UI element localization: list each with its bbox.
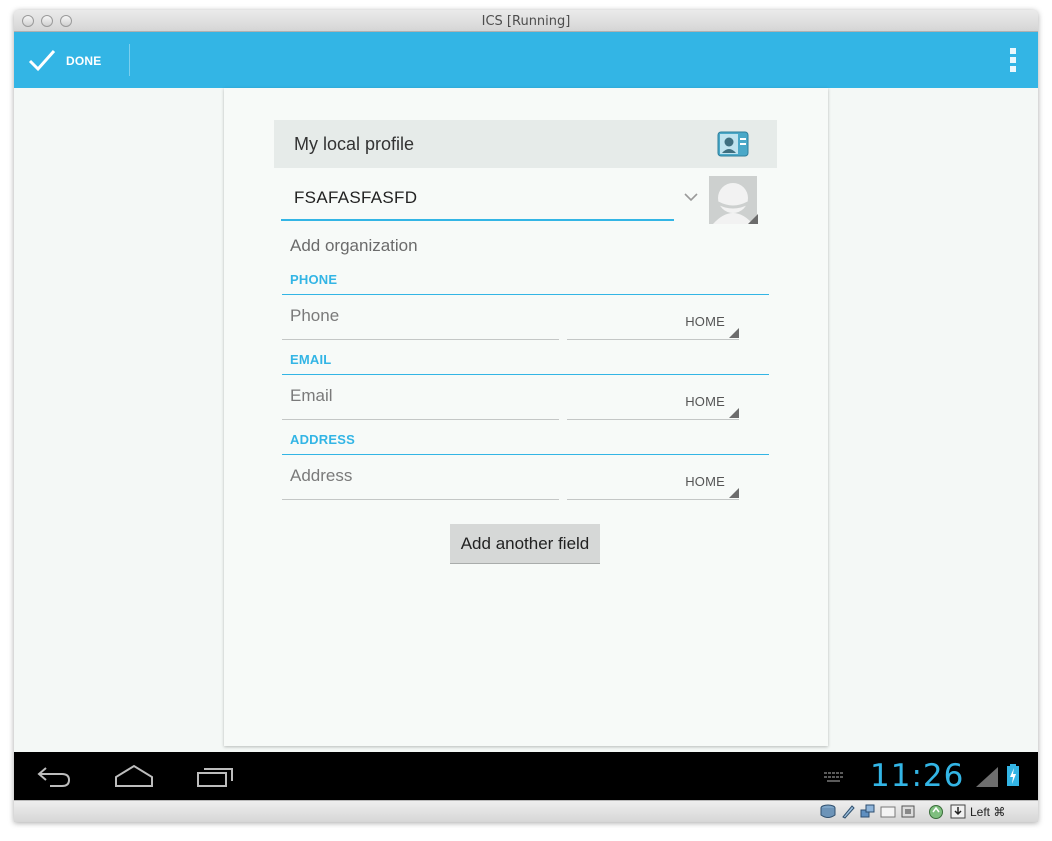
address-placeholder: Address	[290, 466, 353, 485]
section-divider	[282, 374, 769, 375]
email-placeholder: Email	[290, 386, 333, 405]
check-icon	[28, 50, 56, 72]
optical-drive-icon[interactable]	[840, 804, 856, 819]
home-icon[interactable]	[114, 764, 154, 788]
keyboard-icon	[824, 772, 843, 782]
back-icon[interactable]	[36, 764, 72, 788]
section-title-phone: PHONE	[290, 272, 338, 287]
emulator-window: ICS [Running] DONE My local profile FSAF…	[14, 10, 1038, 822]
spinner-corner-icon	[729, 408, 739, 418]
battery-charging-icon	[1007, 764, 1019, 786]
navigation-bar: 11:26	[14, 752, 1038, 800]
shared-folder-icon[interactable]	[880, 804, 896, 819]
screen-content: My local profile FSAFASFASFD Add organiz…	[14, 88, 1038, 752]
recent-apps-icon[interactable]	[196, 764, 234, 788]
chevron-down-icon[interactable]	[684, 192, 698, 202]
add-organization-link[interactable]: Add organization	[290, 236, 418, 256]
spinner-corner-icon	[729, 328, 739, 338]
account-header: My local profile	[274, 120, 777, 168]
section-divider	[282, 454, 769, 455]
usb-icon[interactable]	[900, 804, 916, 819]
email-type-label: HOME	[685, 394, 725, 409]
address-input[interactable]: Address	[282, 456, 559, 500]
address-type-label: HOME	[685, 474, 725, 489]
done-button[interactable]: DONE	[14, 32, 130, 88]
status-clock: 11:26	[870, 758, 965, 794]
hard-disk-icon[interactable]	[820, 804, 836, 819]
host-key-label: Left ⌘	[970, 805, 1006, 819]
account-label: My local profile	[294, 134, 415, 154]
action-bar-divider	[129, 44, 130, 76]
email-input[interactable]: Email	[282, 376, 559, 420]
vm-status-bar: Left ⌘	[14, 800, 1038, 822]
done-label: DONE	[66, 54, 102, 68]
network-icon[interactable]	[860, 804, 876, 819]
phone-type-spinner[interactable]: HOME	[567, 296, 739, 340]
add-another-field-button[interactable]: Add another field	[450, 524, 600, 564]
name-value: FSAFASFASFD	[294, 188, 418, 207]
mouse-integration-icon[interactable]	[928, 804, 944, 819]
photo-corner-indicator	[748, 214, 758, 224]
action-bar: DONE	[14, 32, 1038, 88]
section-divider	[282, 294, 769, 295]
window-title: ICS [Running]	[481, 14, 571, 29]
host-key-icon[interactable]	[950, 804, 966, 819]
section-title-address: ADDRESS	[290, 432, 355, 447]
phone-placeholder: Phone	[290, 306, 340, 325]
contact-card-icon	[717, 131, 749, 157]
phone-type-label: HOME	[685, 314, 725, 329]
phone-input[interactable]: Phone	[282, 296, 559, 340]
signal-icon	[976, 767, 998, 787]
name-field[interactable]: FSAFASFASFD	[281, 176, 674, 221]
email-type-spinner[interactable]: HOME	[567, 376, 739, 420]
contact-editor-card: My local profile FSAFASFASFD Add organiz…	[224, 88, 828, 746]
window-titlebar[interactable]: ICS [Running]	[14, 10, 1038, 32]
section-title-email: EMAIL	[290, 352, 332, 367]
overflow-menu-icon[interactable]	[1010, 48, 1018, 74]
address-type-spinner[interactable]: HOME	[567, 456, 739, 500]
spinner-corner-icon	[729, 488, 739, 498]
